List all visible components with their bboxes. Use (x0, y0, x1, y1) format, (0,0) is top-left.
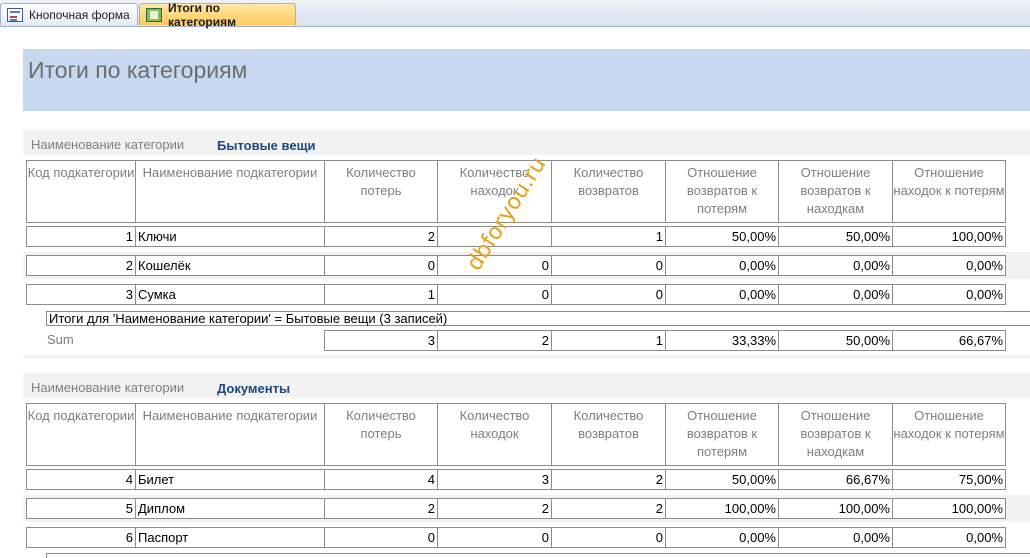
sum-losses: 3 (324, 330, 438, 351)
cell-returns: 1 (551, 226, 666, 247)
cell-code: 6 (26, 527, 136, 548)
cell-returns: 0 (551, 284, 666, 305)
column-header: Количество возвратов (551, 160, 666, 223)
cell-code: 1 (26, 226, 136, 247)
cell-finds: 0 (437, 255, 552, 276)
cell-returns: 0 (551, 527, 666, 548)
report-icon (146, 7, 162, 22)
form-icon (7, 7, 23, 22)
cell-returns: 2 (551, 469, 666, 490)
cell-losses: 1 (324, 284, 438, 305)
sum-returns-to-losses: 33,33% (665, 330, 779, 351)
cell-returns-to-finds: 100,00% (778, 498, 893, 519)
sum-returns-to-finds: 50,00% (778, 330, 893, 351)
column-header: Код подкатегории (26, 403, 136, 466)
cell-finds-to-losses: 0,00% (892, 284, 1006, 305)
cell-returns-to-finds: 50,00% (778, 226, 893, 247)
cell-losses: 2 (324, 226, 438, 247)
cell-returns-to-losses: 100,00% (665, 498, 779, 519)
document-tab-bar: Кнопочная форма Итоги по категориям (0, 0, 1030, 29)
cell-returns: 0 (551, 255, 666, 276)
report-header-band: Итоги по категориям (23, 49, 1030, 111)
cell-finds-to-losses: 100,00% (892, 226, 1006, 247)
column-header: Отношение возвратов к находкам (778, 160, 893, 223)
group-name: Бытовые вещи (217, 138, 316, 153)
sum-label: Sum (47, 332, 74, 347)
cell-finds: 0 (437, 284, 552, 305)
cell-returns: 2 (551, 498, 666, 519)
cell-returns-to-finds: 0,00% (778, 284, 893, 305)
group-label: Наименование категории (31, 137, 185, 152)
cell-code: 2 (26, 255, 136, 276)
column-header: Количество возвратов (551, 403, 666, 466)
tab-category-totals-report[interactable]: Итоги по категориям (139, 1, 296, 29)
cell-subcategory: Паспорт (135, 527, 325, 548)
column-header: Количество потерь (324, 403, 438, 466)
cell-returns-to-losses: 0,00% (665, 527, 779, 548)
cell-subcategory: Билет (135, 469, 325, 490)
cell-subcategory: Сумка (135, 284, 325, 305)
cell-code: 5 (26, 498, 136, 519)
cell-subcategory: Ключи (135, 226, 325, 247)
report-title: Итоги по категориям (28, 57, 248, 83)
column-header: Код подкатегории (26, 160, 136, 223)
tab-switchboard-form[interactable]: Кнопочная форма (0, 3, 138, 25)
cell-losses: 0 (324, 527, 438, 548)
cell-finds-to-losses: 100,00% (892, 498, 1006, 519)
cell-finds: 0 (437, 527, 552, 548)
column-header: Наименование подкатегории (135, 160, 325, 223)
cell-returns-to-finds: 66,67% (778, 469, 893, 490)
column-header: Отношение находок к потерям (892, 160, 1006, 223)
cell-losses: 4 (324, 469, 438, 490)
column-header: Количество находок (437, 403, 552, 466)
cell-finds: 3 (437, 469, 552, 490)
sum-finds-to-losses: 66,67% (892, 330, 1006, 351)
cell-returns-to-losses: 50,00% (665, 469, 779, 490)
cell-returns-to-losses: 50,00% (665, 226, 779, 247)
sum-returns: 1 (551, 330, 666, 351)
tab-label: Итоги по категориям (168, 0, 236, 29)
cell-code: 3 (26, 284, 136, 305)
cell-losses: 0 (324, 255, 438, 276)
cell-returns-to-losses: 0,00% (665, 284, 779, 305)
cell-returns-to-finds: 0,00% (778, 527, 893, 548)
column-header: Отношение возвратов к находкам (778, 403, 893, 466)
group-summary-text: Итоги для 'Наименование категории' = Быт… (46, 311, 1030, 326)
column-header: Отношение находок к потерям (892, 403, 1006, 466)
cell-finds: 2 (437, 498, 552, 519)
group-footer-band (23, 355, 1030, 359)
column-header: Количество потерь (324, 160, 438, 223)
cell-code: 4 (26, 469, 136, 490)
group-name: Документы (217, 381, 291, 396)
column-header: Наименование подкатегории (135, 403, 325, 466)
cell-finds-to-losses: 0,00% (892, 255, 1006, 276)
cell-returns-to-losses: 0,00% (665, 255, 779, 276)
tab-label: Кнопочная форма (29, 7, 130, 22)
column-header: Отношение возвратов к потерям (665, 403, 779, 466)
cell-finds-to-losses: 75,00% (892, 469, 1006, 490)
cell-returns-to-finds: 0,00% (778, 255, 893, 276)
group-label: Наименование категории (31, 380, 185, 395)
column-header: Отношение возвратов к потерям (665, 160, 779, 223)
cell-losses: 2 (324, 498, 438, 519)
cell-subcategory: Диплом (135, 498, 325, 519)
sum-finds: 2 (437, 330, 552, 351)
cell-subcategory: Кошелёк (135, 255, 325, 276)
group-summary-text-partial (46, 553, 1030, 558)
cell-finds-to-losses: 0,00% (892, 527, 1006, 548)
